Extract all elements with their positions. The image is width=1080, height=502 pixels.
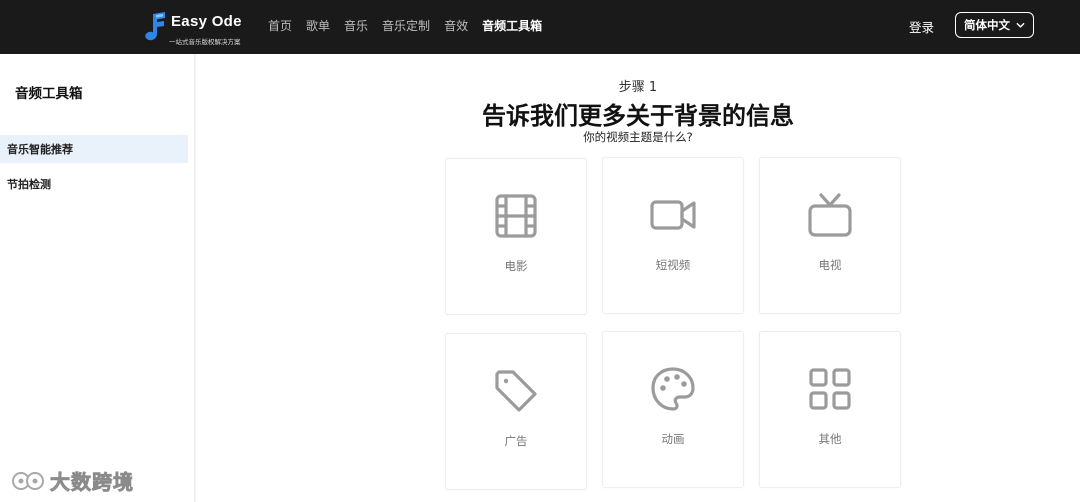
- music-note-logo-icon: [145, 12, 165, 41]
- option-label: 广告: [504, 434, 528, 448]
- sidebar-item-beat-detection[interactable]: 节拍检测: [0, 170, 188, 198]
- question-text: 你的视频主题是什么?: [583, 130, 693, 144]
- watermark-logo-icon: [12, 471, 44, 490]
- language-label: 简体中文: [964, 18, 1010, 32]
- nav-custom-music[interactable]: 音乐定制: [382, 17, 430, 34]
- watermark: 大数跨境: [10, 466, 134, 495]
- sidebar: 音频工具箱 音乐智能推荐 节拍检测: [0, 54, 195, 502]
- sidebar-title: 音频工具箱: [15, 86, 83, 102]
- logo-text: Easy Ode: [171, 13, 242, 30]
- logo-tagline: 一站式音乐版权解决方案: [169, 38, 241, 46]
- option-card-film[interactable]: 电影: [445, 158, 587, 315]
- nav-sound-effects[interactable]: 音效: [444, 17, 468, 34]
- login-link[interactable]: 登录: [909, 17, 934, 36]
- tv-icon: [808, 193, 852, 237]
- option-card-advertising[interactable]: 广告: [445, 333, 587, 490]
- option-label: 电视: [818, 258, 842, 272]
- option-card-tv[interactable]: 电视: [759, 157, 901, 314]
- video-camera-icon: [650, 200, 696, 230]
- page-headline: 告诉我们更多关于背景的信息: [482, 102, 794, 130]
- sidebar-item-label: 节拍检测: [7, 178, 51, 191]
- brand-logo[interactable]: Easy Ode 一站式音乐版权解决方案: [143, 12, 253, 46]
- tag-icon: [495, 370, 537, 412]
- option-label: 电影: [504, 259, 528, 273]
- nav-home[interactable]: 首页: [268, 17, 292, 34]
- language-selector[interactable]: 简体中文: [955, 12, 1034, 38]
- option-label: 其他: [818, 432, 842, 446]
- chevron-down-icon: [1016, 22, 1025, 28]
- option-card-short-video[interactable]: 短视频: [602, 157, 744, 314]
- film-icon: [495, 194, 537, 238]
- watermark-text: 大数跨境: [50, 470, 134, 495]
- option-card-animation[interactable]: 动画: [602, 331, 744, 488]
- step-label: 步骤 1: [618, 80, 658, 95]
- palette-icon: [651, 367, 695, 411]
- sidebar-item-label: 音乐智能推荐: [7, 143, 73, 156]
- nav-playlists[interactable]: 歌单: [306, 17, 330, 34]
- sidebar-item-music-recommendation[interactable]: 音乐智能推荐: [0, 135, 188, 163]
- top-navigation-bar: Easy Ode 一站式音乐版权解决方案 首页 歌单 音乐 音乐定制 音效 音频…: [0, 0, 1080, 54]
- grid-icon: [809, 368, 851, 410]
- option-label: 短视频: [655, 258, 691, 272]
- option-label: 动画: [661, 432, 685, 446]
- option-card-other[interactable]: 其他: [759, 331, 901, 488]
- main-content: 步骤 1 告诉我们更多关于背景的信息 你的视频主题是什么? 电影 短视频 电视: [196, 54, 1080, 502]
- nav-music[interactable]: 音乐: [344, 17, 368, 34]
- main-nav: 首页 歌单 音乐 音乐定制 音效 音频工具箱: [268, 17, 542, 34]
- nav-audio-toolbox[interactable]: 音频工具箱: [482, 17, 542, 34]
